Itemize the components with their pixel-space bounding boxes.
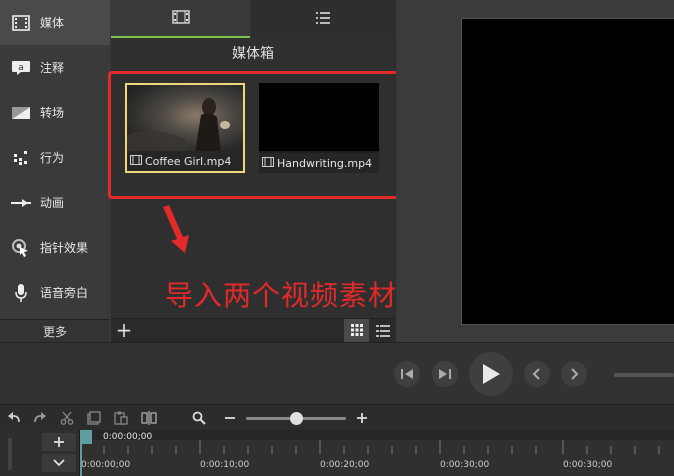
preview-area [396,0,674,342]
zoom-search-button[interactable] [190,409,208,427]
sidebar-item-annotations[interactable]: a 注释 [0,45,110,90]
split-icon [141,411,157,425]
undo-button[interactable] [5,409,23,427]
sidebar-item-label: 注释 [40,61,65,75]
list-view-button[interactable] [371,319,395,343]
step-forward-icon [439,369,451,379]
previous-frame-button[interactable] [524,361,550,387]
timeline: 0:00:00;00 0:00:10;00 0:00:20;00 0:00:30… [0,430,674,476]
film-strip-icon [10,12,32,34]
sidebar-item-media[interactable]: 媒体 [0,0,110,45]
chevron-down-icon [53,459,65,467]
sidebar-item-label: 转场 [40,106,65,120]
media-bin-panel: 媒体箱 Coffee Girl.mp4 Handwriting.mp4 导入两个… [108,0,404,343]
playback-controls [0,342,674,404]
media-tabs [111,0,395,38]
animation-icon [10,192,32,214]
step-back-button[interactable] [394,361,420,387]
ruler-ticks [80,440,660,454]
chevron-right-icon [571,368,579,380]
scissors-icon [60,411,74,425]
sidebar-item-animations[interactable]: 动画 [0,180,110,225]
list-icon [315,10,331,29]
tab-library[interactable] [251,0,395,38]
behavior-icon [10,147,32,169]
magnifier-icon [192,411,206,425]
svg-text:a: a [18,63,24,73]
preview-canvas[interactable] [461,18,674,325]
paste-icon [114,411,128,425]
zoom-in-button[interactable] [353,409,371,427]
paste-button[interactable] [112,409,130,427]
sidebar-item-label: 行为 [40,151,65,165]
annotation-arrow-icon [163,205,189,253]
sidebar-item-voice-narration[interactable]: 语音旁白 [0,270,110,315]
add-media-button[interactable]: + [114,320,134,342]
play-button[interactable] [469,352,513,396]
transition-icon [10,102,32,124]
add-track-button[interactable] [42,433,76,451]
plus-icon [357,413,367,423]
redo-button[interactable] [31,409,49,427]
tools-sidebar: 媒体 a 注释 转场 行为 动画 指针效果 语音旁白 更多 [0,0,111,342]
step-forward-button[interactable] [432,361,458,387]
ruler-label: 0:00:30;00 [440,460,490,470]
collapse-tracks-button[interactable] [42,454,76,472]
redo-icon [34,412,46,423]
undo-icon [8,412,20,423]
timeline-ruler[interactable]: 0:00:00;00 0:00:10;00 0:00:20;00 0:00:30… [80,440,674,476]
sidebar-item-label: 动画 [40,196,65,210]
play-icon [483,364,500,384]
media-bin-title: 媒体箱 [232,46,274,62]
tab-media-bin[interactable] [111,0,250,38]
timeline-toolbar [0,404,674,430]
copy-button[interactable] [85,409,103,427]
highlight-box [108,71,404,199]
sidebar-item-label: 语音旁白 [40,286,89,300]
cut-button[interactable] [58,409,76,427]
plus-icon [54,437,64,447]
ruler-label: 0:00:30;00 [563,460,613,470]
list-icon [376,322,390,341]
ruler-label: 0:00:10;00 [200,460,250,470]
track-volume-meter [8,438,12,470]
cursor-effect-icon [10,237,32,259]
sidebar-item-transitions[interactable]: 转场 [0,90,110,135]
next-frame-button[interactable] [561,361,587,387]
more-button[interactable]: 更多 [0,319,110,342]
zoom-out-button[interactable] [221,409,239,427]
copy-icon [87,411,101,425]
minus-icon [225,417,235,419]
split-button[interactable] [140,409,158,427]
ruler-label: 0:00:20;00 [320,460,370,470]
grid-icon [350,322,364,341]
zoom-slider-handle[interactable] [290,412,303,425]
sidebar-item-label: 指针效果 [40,241,89,255]
sidebar-item-cursor-effects[interactable]: 指针效果 [0,225,110,270]
step-back-icon [401,369,413,379]
plus-icon: + [115,318,133,342]
annotation-text: 导入两个视频素材 [165,279,398,312]
playback-scrubber[interactable] [614,373,674,377]
media-panel-footer: + [111,318,395,343]
callout-icon: a [10,57,32,79]
sidebar-item-label: 媒体 [40,16,65,30]
film-strip-icon [171,9,190,28]
grid-view-button[interactable] [344,319,369,343]
sidebar-item-behaviors[interactable]: 行为 [0,135,110,180]
playhead-handle[interactable] [80,430,92,476]
track-header [0,430,80,476]
microphone-icon [10,282,32,304]
playhead-time: 0:00:00;00 [103,432,153,442]
chevron-left-icon [532,368,540,380]
